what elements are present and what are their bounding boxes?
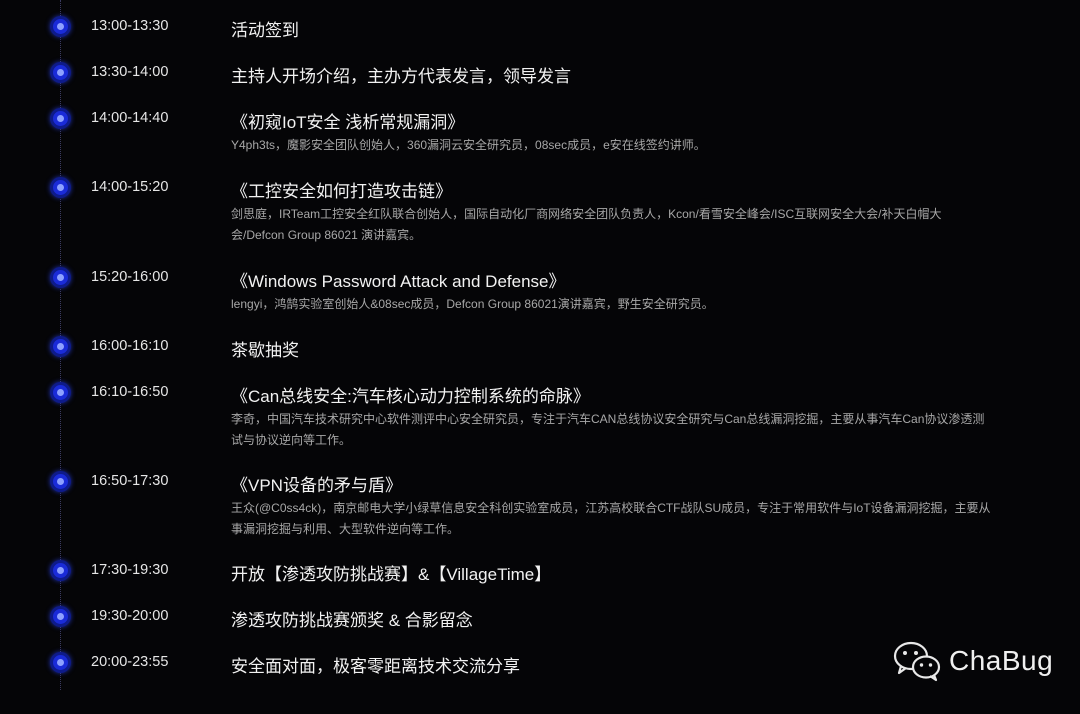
schedule-title: 安全面对面，极客零距离技术交流分享 <box>231 657 520 676</box>
schedule-title: 《Can总线安全:汽车核心动力控制系统的命脉》 <box>231 387 590 406</box>
speaker-bio: lengyi，鸿鹄实验室创始人&08sec成员，Defcon Group 860… <box>231 297 714 311</box>
schedule-time: 13:30-14:00 <box>91 64 169 80</box>
schedule-time: 16:00-16:10 <box>91 338 169 354</box>
timeline-dot <box>53 385 68 400</box>
schedule-title: 活动签到 <box>231 21 299 40</box>
brand-name: ChaBug <box>949 645 1054 676</box>
timeline-dot <box>53 563 68 578</box>
schedule-title: 主持人开场介绍，主办方代表发言，领导发言 <box>231 67 571 86</box>
timeline-dot <box>53 609 68 624</box>
timeline-dot <box>53 339 68 354</box>
timeline-dot <box>53 655 68 670</box>
schedule-title: 开放【渗透攻防挑战赛】&【VillageTime】 <box>231 565 552 584</box>
schedule-title: 《工控安全如何打造攻击链》 <box>231 182 452 201</box>
schedule-title: 茶歇抽奖 <box>231 341 299 360</box>
schedule-time: 13:00-13:30 <box>91 18 169 34</box>
speaker-bio: 李奇，中国汽车技术研究中心软件测评中心安全研究员，专注于汽车CAN总线协议安全研… <box>231 412 985 447</box>
schedule-title: 渗透攻防挑战赛颁奖 & 合影留念 <box>231 611 473 630</box>
timeline-dot <box>53 19 68 34</box>
timeline-dot <box>53 180 68 195</box>
speaker-bio: 王众(@C0ss4ck)，南京邮电大学小绿草信息安全科创实验室成员，江苏高校联合… <box>231 501 991 536</box>
timeline-dot <box>53 474 68 489</box>
schedule-time: 17:30-19:30 <box>91 562 169 578</box>
timeline-dot <box>53 270 68 285</box>
speaker-bio: 剑思庭，IRTeam工控安全红队联合创始人，国际自动化厂商网络安全团队负责人，K… <box>231 207 942 242</box>
speaker-bio: Y4ph3ts，魔影安全团队创始人，360漏洞云安全研究员，08sec成员，e安… <box>231 138 706 152</box>
timeline-dot <box>53 65 68 80</box>
schedule-time: 16:10-16:50 <box>91 384 169 400</box>
schedule-time: 14:00-14:40 <box>91 110 169 126</box>
schedule-time: 20:00-23:55 <box>91 654 169 670</box>
schedule-title: 《VPN设备的矛与盾》 <box>231 476 402 495</box>
timeline-dot <box>53 111 68 126</box>
schedule-time: 19:30-20:00 <box>91 608 169 624</box>
wechat-icon <box>893 640 941 682</box>
schedule-time: 16:50-17:30 <box>91 473 169 489</box>
schedule-title: 《初窥IoT安全 浅析常规漏洞》 <box>231 113 465 132</box>
schedule-title: 《Windows Password Attack and Defense》 <box>231 272 566 291</box>
brand-watermark: ChaBug <box>893 640 1053 682</box>
schedule-time: 14:00-15:20 <box>91 179 169 195</box>
schedule-time: 15:20-16:00 <box>91 269 169 285</box>
